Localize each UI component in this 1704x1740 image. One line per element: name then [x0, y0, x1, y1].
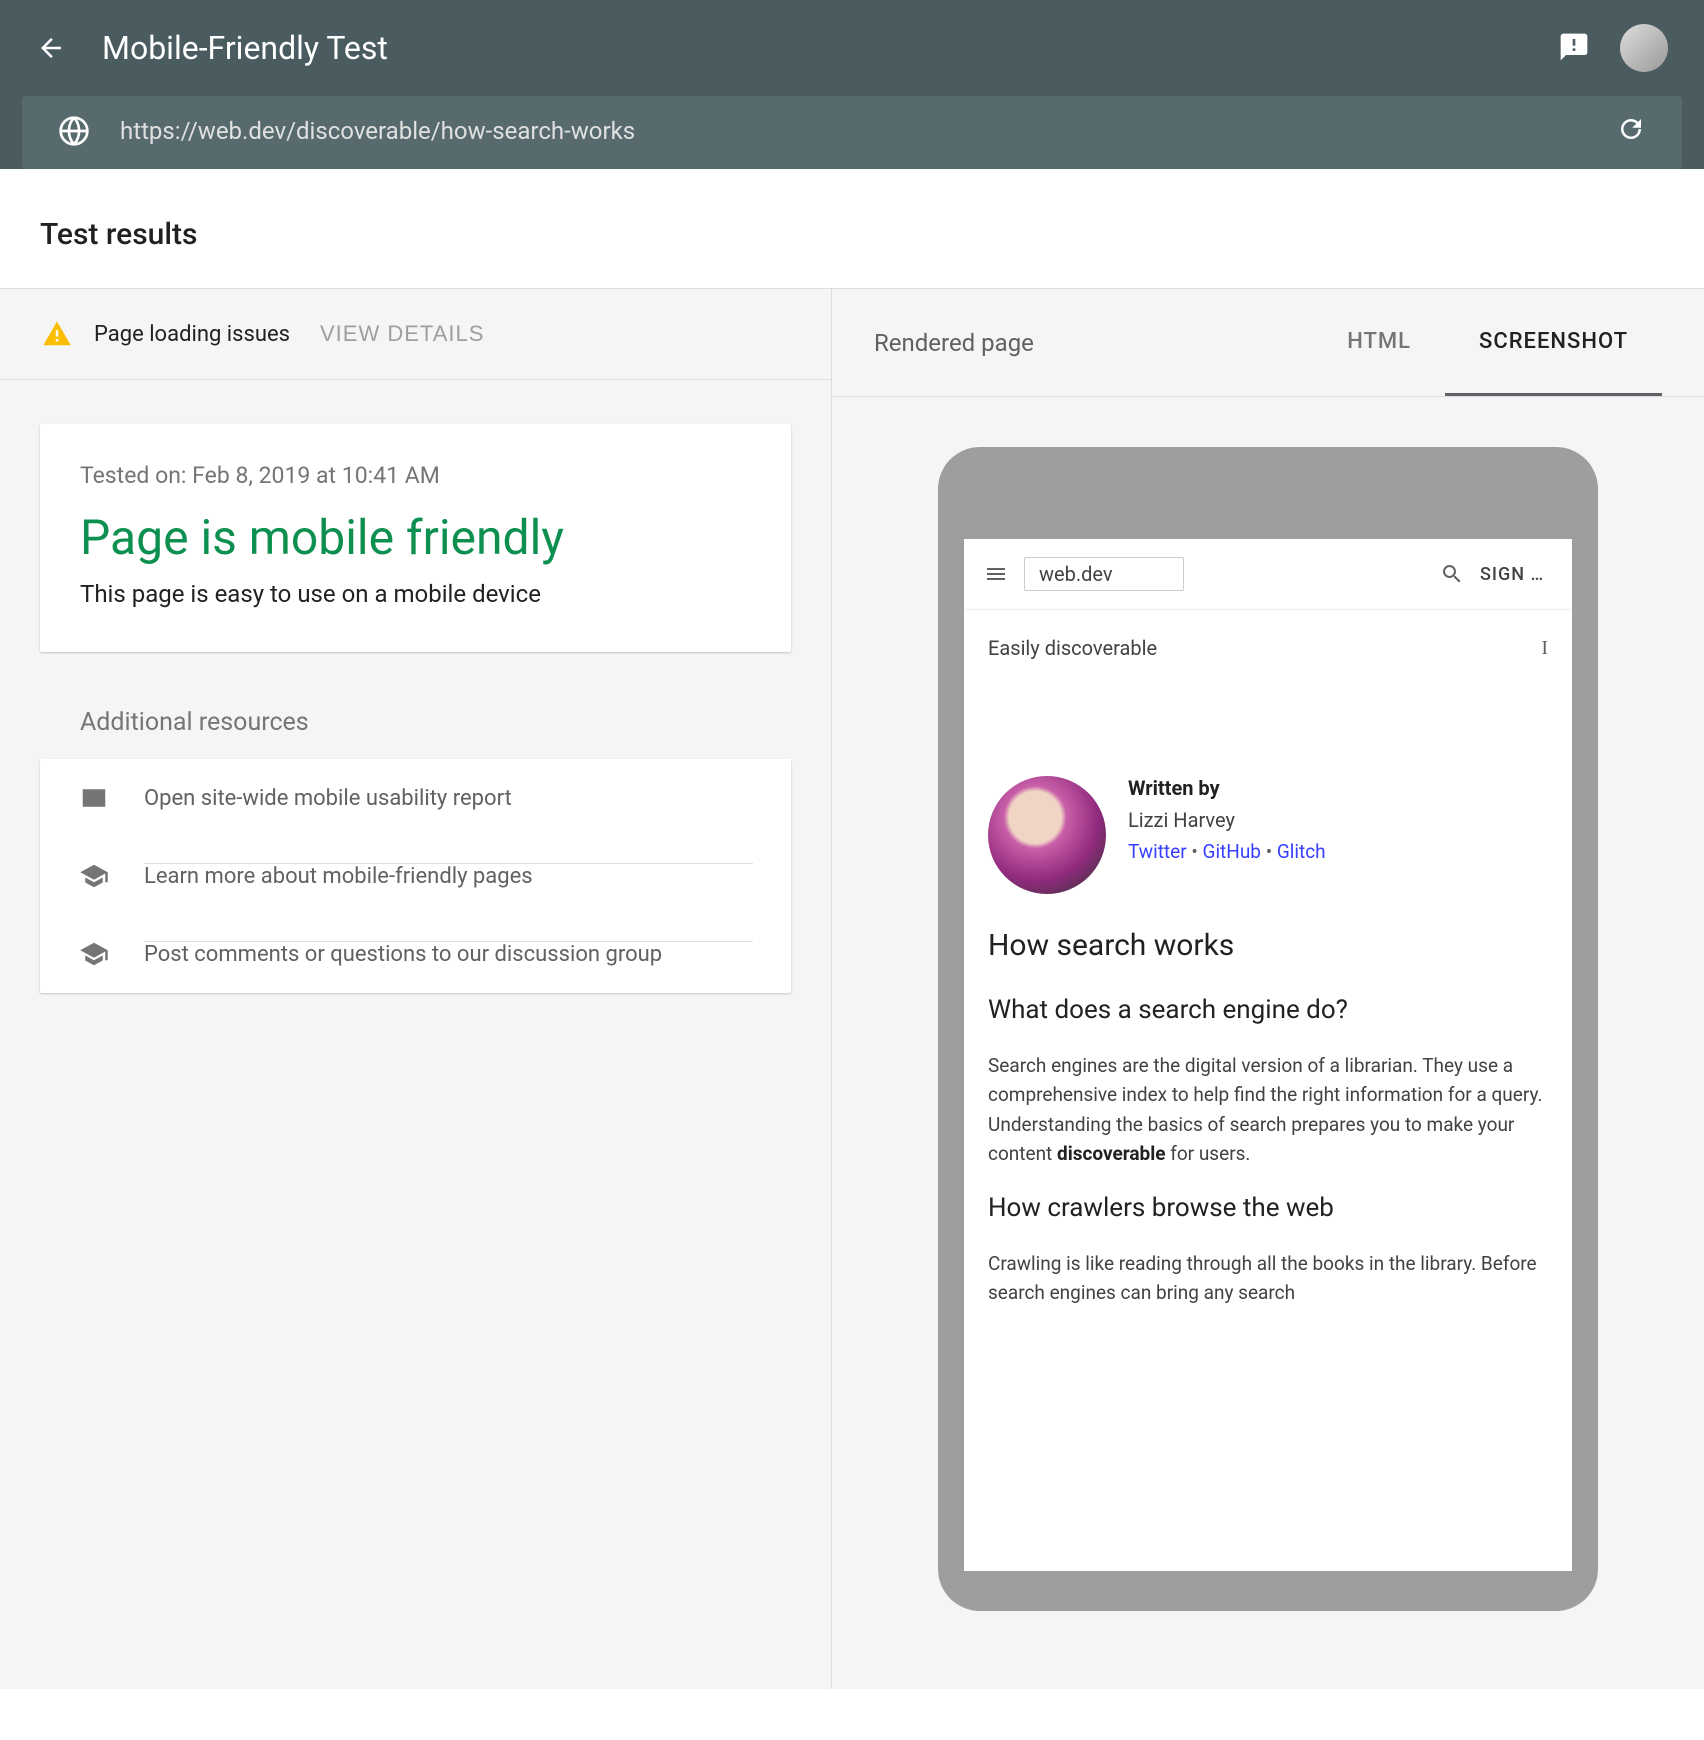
results-title: Test results — [40, 217, 1664, 252]
refresh-button[interactable] — [1616, 114, 1646, 147]
article-p2: Crawling is like reading through all the… — [964, 1231, 1572, 1308]
main-content: Page loading issues VIEW DETAILS Tested … — [0, 289, 1704, 1689]
announcement-button[interactable] — [1558, 31, 1590, 66]
user-avatar[interactable] — [1620, 24, 1668, 72]
announcement-icon — [1558, 31, 1590, 66]
preview-tabs-row: Rendered page HTML SCREENSHOT — [832, 289, 1704, 397]
phone-topbar: web.dev SIGN … — [964, 539, 1572, 610]
back-button[interactable] — [36, 33, 66, 63]
resource-row-learn[interactable]: Learn more about mobile-friendly pages — [40, 837, 791, 915]
resource-row-discuss[interactable]: Post comments or questions to our discus… — [40, 915, 791, 993]
status-card: Tested on: Feb 8, 2019 at 10:41 AM Page … — [40, 424, 791, 652]
link-glitch: Glitch — [1277, 840, 1326, 863]
resources-card: Open site-wide mobile usability report L… — [40, 759, 791, 993]
tab-html[interactable]: HTML — [1313, 289, 1445, 396]
tested-on: Tested on: Feb 8, 2019 at 10:41 AM — [80, 462, 751, 489]
search-icon — [1440, 562, 1464, 586]
p1-c: for users. — [1166, 1142, 1251, 1165]
results-column: Page loading issues VIEW DETAILS Tested … — [0, 289, 832, 1689]
warning-icon — [42, 319, 72, 349]
globe-icon — [58, 115, 90, 147]
article-title: How search works — [964, 910, 1572, 971]
preview-tabs: HTML SCREENSHOT — [1313, 289, 1662, 396]
refresh-icon — [1616, 114, 1646, 147]
p1-b: discoverable — [1057, 1142, 1166, 1165]
phone-preview: web.dev SIGN … Easily discoverable I — [832, 397, 1704, 1661]
article-h2-b: How crawlers browse the web — [964, 1169, 1572, 1231]
author-name: Lizzi Harvey — [1128, 808, 1326, 832]
resource-label: Post comments or questions to our discus… — [144, 942, 662, 967]
written-by-label: Written by — [1128, 776, 1326, 800]
resource-label: Learn more about mobile-friendly pages — [144, 864, 533, 889]
preview-column: Rendered page HTML SCREENSHOT web.dev — [832, 289, 1704, 1689]
sign-in-label: SIGN … — [1480, 564, 1552, 585]
page-title: Mobile-Friendly Test — [102, 29, 1522, 67]
breadcrumb: Easily discoverable — [988, 636, 1157, 660]
status-subtext: This page is easy to use on a mobile dev… — [80, 580, 751, 608]
resource-label: Open site-wide mobile usability report — [144, 786, 512, 811]
crumb-marker: I — [1541, 637, 1548, 660]
header-top-row: Mobile-Friendly Test — [0, 0, 1704, 96]
web-icon — [78, 783, 110, 813]
breadcrumb-row: Easily discoverable I — [964, 610, 1572, 686]
author-avatar — [988, 776, 1106, 894]
article-p1: Search engines are the digital version o… — [964, 1033, 1572, 1169]
author-meta: Written by Lizzi Harvey Twitter • GitHub… — [1128, 776, 1326, 863]
author-section: Written by Lizzi Harvey Twitter • GitHub… — [964, 686, 1572, 910]
resources-title: Additional resources — [0, 696, 831, 759]
link-github: GitHub — [1203, 840, 1261, 863]
app-header: Mobile-Friendly Test https://web.dev/dis… — [0, 0, 1704, 169]
view-details-button[interactable]: VIEW DETAILS — [320, 321, 484, 347]
tab-screenshot[interactable]: SCREENSHOT — [1445, 289, 1662, 396]
phone-screen: web.dev SIGN … Easily discoverable I — [964, 539, 1572, 1571]
url-text[interactable]: https://web.dev/discoverable/how-search-… — [120, 117, 1586, 145]
status-heading: Page is mobile friendly — [80, 509, 751, 566]
warning-text: Page loading issues — [94, 322, 290, 347]
school-icon — [78, 939, 110, 969]
article-h2-a: What does a search engine do? — [964, 971, 1572, 1033]
header-actions — [1558, 24, 1668, 72]
rendered-label: Rendered page — [874, 329, 1313, 357]
school-icon — [78, 861, 110, 891]
url-bar: https://web.dev/discoverable/how-search-… — [22, 96, 1682, 169]
warning-row: Page loading issues VIEW DETAILS — [0, 289, 831, 380]
menu-icon — [984, 562, 1008, 586]
resource-row-usability[interactable]: Open site-wide mobile usability report — [40, 759, 791, 837]
phone-frame: web.dev SIGN … Easily discoverable I — [938, 447, 1598, 1611]
site-pill: web.dev — [1024, 557, 1184, 591]
results-header: Test results — [0, 191, 1704, 289]
link-twitter: Twitter — [1128, 840, 1187, 863]
author-links: Twitter • GitHub • Glitch — [1128, 840, 1326, 863]
